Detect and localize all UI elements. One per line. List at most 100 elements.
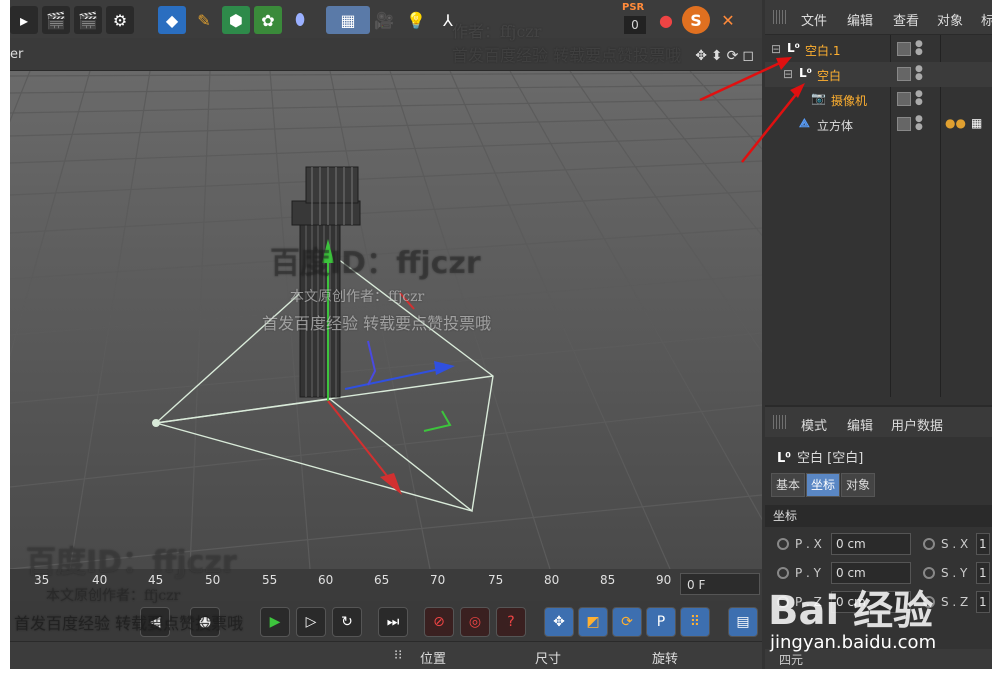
key-radio[interactable] [923,538,935,550]
timeline-ruler[interactable]: 35 40 45 50 55 60 65 70 75 80 85 90 0 F [10,569,762,601]
timeline-tick: 40 [92,573,108,587]
grip-icon[interactable] [773,10,787,24]
object-row-camera[interactable]: 📷 摄像机 ● ● [765,87,992,112]
material-tag-icon[interactable]: ●● [945,116,966,130]
object-row-cube[interactable]: ⟁ 立方体 ● ● ●● ▦ [765,112,992,137]
timeline-tick: 85 [600,573,616,587]
layer-icon[interactable] [897,67,911,81]
coord-row-x: P . X 0 cm S . X 1 [773,533,992,557]
scale-key-icon[interactable]: ◩ [578,607,608,637]
play-icon[interactable]: ▶ [260,607,290,637]
cube-icon[interactable]: ◆ [158,6,186,34]
cloner-icon[interactable]: ✿ [254,6,282,34]
psr-value[interactable]: 0 [624,16,646,34]
timeline-tick: 75 [488,573,504,587]
tab-object[interactable]: 对象 [841,473,876,497]
object-name[interactable]: 空白 [817,67,841,84]
grip-icon[interactable] [773,415,787,429]
floor-icon[interactable]: ▦ [326,6,370,34]
autokey-icon[interactable]: ◎ [460,607,490,637]
section-header: 坐标 [765,505,992,527]
timeline-tick: 45 [148,573,164,587]
goto-end-icon[interactable]: ⏭ [378,607,408,637]
layer-icon[interactable] [897,117,911,131]
null-object-icon: L⁰ [787,41,800,55]
3d-viewport[interactable] [10,71,762,569]
menu-objects[interactable]: 对象 [937,10,963,29]
subdivision-icon[interactable]: ⬢ [222,6,250,34]
camera-object-icon: 📷 [811,91,826,105]
menu-mode[interactable]: 模式 [801,415,827,434]
object-list: ⊟ L⁰ 空白.1 ● ● ⊟ L⁰ 空白 ● ● 📷 摄像机 ● ● ⟁ 立方… [765,35,992,397]
collapse-icon[interactable]: ⊟ [771,42,781,56]
timeline-tick: 60 [318,573,334,587]
rotation-label: 旋转 [652,652,679,667]
param-key-icon[interactable]: P [646,607,676,637]
prev-key-icon[interactable]: ◀ [140,607,170,637]
visibility-dots[interactable]: ● ● [915,90,923,107]
object-name[interactable]: 摄像机 [831,92,867,109]
timeline-window-icon[interactable]: ▤ [728,607,758,637]
timeline-tick: 80 [544,573,560,587]
workplane-icon[interactable]: ✕ [714,6,742,34]
menu-edit[interactable]: 编辑 [847,415,873,434]
render-picture-icon[interactable]: 🎬 [74,6,102,34]
rotate-key-icon[interactable]: ⟳ [612,607,642,637]
camera-icon[interactable]: 🎥 [370,6,398,34]
key-select-icon[interactable]: ? [496,607,526,637]
collapse-icon[interactable]: ⊟ [783,67,793,81]
baidu-logo: Bai 经验 [768,588,934,634]
key-radio[interactable] [777,538,789,550]
next-frame-icon[interactable]: ▷ [296,607,326,637]
object-name[interactable]: 空白.1 [805,42,840,59]
deformer-icon[interactable]: ⬮ [286,6,314,34]
menu-userdata[interactable]: 用户数据 [891,415,943,434]
px-field[interactable]: 0 cm [831,533,911,555]
menu-view[interactable]: 查看 [893,10,919,29]
object-row-null[interactable]: ⊟ L⁰ 空白 ● ● [765,62,992,87]
visibility-dots[interactable]: ● ● [915,40,923,57]
checker-tag-icon[interactable]: ▦ [971,116,982,130]
attribute-title: L⁰ 空白 [空白] [777,447,863,466]
menu-edit[interactable]: 编辑 [847,10,873,29]
pla-key-icon[interactable]: ⠿ [680,607,710,637]
record-active-icon[interactable]: ⊘ [424,607,454,637]
timeline-tick: 65 [374,573,390,587]
attribute-title-text: 空白 [空白] [796,451,864,466]
object-name[interactable]: 立方体 [817,117,853,134]
sz-field[interactable]: 1 [976,591,990,613]
sy-field[interactable]: 1 [976,562,990,584]
axis-icon[interactable]: ● [652,6,680,34]
object-row-null1[interactable]: ⊟ L⁰ 空白.1 ● ● [765,37,992,62]
render-view-icon[interactable]: 🎬 [42,6,70,34]
snap-icon[interactable]: S [682,6,710,34]
loop-icon[interactable]: ↻ [332,607,362,637]
render-region-icon[interactable]: ▸ [10,6,38,34]
layer-icon[interactable] [897,92,911,106]
light-icon[interactable]: 💡 [402,6,430,34]
attribute-tabs: 基本 坐标 对象 [771,473,876,497]
menu-tags[interactable]: 标 [981,10,992,29]
sx-field[interactable]: 1 [976,533,990,555]
tab-coord[interactable]: 坐标 [806,473,841,497]
menu-file[interactable]: 文件 [801,10,827,29]
viewport-nav-icons[interactable]: ✥⬍⟳◻ [695,48,758,64]
current-frame-field[interactable]: 0 F [680,573,760,595]
record-icon[interactable]: ● [190,607,220,637]
visibility-dots[interactable]: ● ● [915,115,923,132]
tab-basic[interactable]: 基本 [771,473,806,497]
layer-icon[interactable] [897,42,911,56]
main-toolbar: ▸ 🎬 🎬 ⚙ ◆ ✎ ⬢ ✿ ⬮ ▦ 🎥 💡 ⅄ PSR 0 ● S ✕ [10,0,762,38]
viewport-scene [10,71,762,569]
camera-origin[interactable] [152,419,160,427]
visibility-dots[interactable]: ● ● [915,65,923,82]
app-window: ▸ 🎬 🎬 ⚙ ◆ ✎ ⬢ ✿ ⬮ ▦ 🎥 💡 ⅄ PSR 0 ● S ✕ er… [10,0,992,669]
pen-icon[interactable]: ✎ [190,6,218,34]
move-key-icon[interactable]: ✥ [544,607,574,637]
position-label: 位置 [420,652,447,667]
render-settings-icon[interactable]: ⚙ [106,6,134,34]
tag-icon[interactable]: ⅄ [434,6,462,34]
timeline-tick: 55 [262,573,278,587]
psr-label: PSR [622,2,645,13]
size-label: 尺寸 [535,652,562,667]
